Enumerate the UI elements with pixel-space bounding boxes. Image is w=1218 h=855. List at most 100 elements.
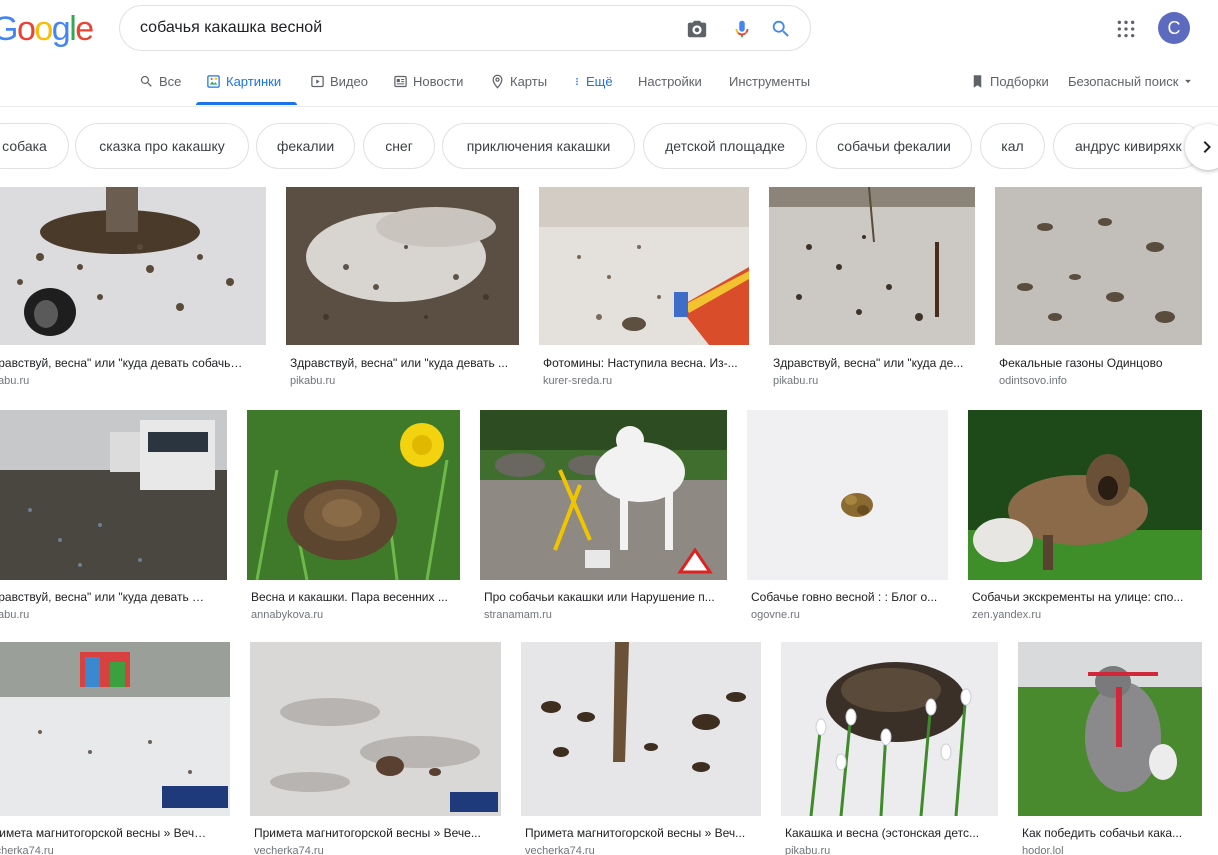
result-title[interactable]: Примета магнитогорской весны » Вече...	[254, 825, 499, 841]
chip-related-search[interactable]: детской площадке	[643, 123, 807, 169]
tab-more[interactable]: Ещё	[573, 74, 613, 89]
image-result[interactable]: Как победить собачьи кака... hodor.lol	[1018, 642, 1202, 855]
image-result[interactable]: Примета магнитогорской весны » Вече... v…	[250, 642, 501, 855]
result-thumbnail[interactable]	[0, 642, 230, 816]
avatar[interactable]: С	[1158, 12, 1190, 44]
chip-related-search[interactable]: снег	[363, 123, 435, 169]
result-thumbnail[interactable]	[747, 410, 948, 580]
image-result[interactable]: Здравствуй, весна" или "куда девать со..…	[0, 410, 227, 622]
image-result[interactable]: Про собачьи какашки или Нарушение п... s…	[480, 410, 727, 622]
result-domain[interactable]: pikabu.ru	[290, 374, 335, 388]
result-thumbnail[interactable]	[286, 187, 519, 345]
tab-maps[interactable]: Карты	[490, 74, 547, 89]
search-input[interactable]	[140, 19, 660, 37]
image-result[interactable]: Фекальные газоны Одинцово odintsovo.info	[995, 187, 1202, 387]
chip-related-search[interactable]: приключения какашки	[442, 123, 635, 169]
result-image	[995, 187, 1202, 345]
tab-tools[interactable]: Инструменты	[729, 74, 810, 89]
chip-related-search[interactable]: собака	[0, 123, 69, 169]
result-title[interactable]: Здравствуй, весна" или "куда девать ...	[290, 355, 518, 371]
chip-related-search[interactable]: кал	[980, 123, 1045, 169]
search-box[interactable]	[119, 5, 811, 51]
image-result[interactable]: Примета магнитогорской весны » Веч... ve…	[521, 642, 761, 855]
result-title[interactable]: Про собачьи какашки или Нарушение п...	[484, 589, 724, 605]
result-title[interactable]: Примета магнитогорской весны » Вече...	[0, 825, 209, 841]
image-icon	[207, 75, 220, 88]
result-title[interactable]: Собачье говно весной : : Блог о...	[751, 589, 947, 605]
result-domain[interactable]: hodor.lol	[1022, 844, 1064, 855]
result-title[interactable]: Фотомины: Наступила весна. Из-...	[543, 355, 747, 371]
search-icon	[140, 75, 152, 87]
result-thumbnail[interactable]	[521, 642, 761, 816]
result-domain[interactable]: odintsovo.info	[999, 374, 1067, 388]
result-title[interactable]: Здравствуй, весна" или "куда девать соба…	[0, 355, 244, 371]
safe-search-label: Безопасный поиск	[1068, 74, 1179, 89]
image-result[interactable]: Здравствуй, весна" или "куда девать соба…	[0, 187, 266, 387]
result-thumbnail[interactable]	[769, 187, 975, 345]
image-result[interactable]: Собачьи экскременты на улице: спо... zen…	[968, 410, 1202, 622]
tab-settings[interactable]: Настройки	[638, 74, 702, 89]
result-domain[interactable]: pikabu.ru	[785, 844, 830, 855]
result-domain[interactable]: pikabu.ru	[0, 374, 29, 388]
result-image	[247, 410, 460, 580]
result-title[interactable]: Здравствуй, весна" или "куда девать со..…	[0, 589, 206, 605]
google-logo[interactable]: Google	[0, 10, 94, 48]
result-domain[interactable]: stranamam.ru	[484, 608, 552, 622]
search-icon[interactable]	[770, 18, 792, 40]
image-result[interactable]: Фотомины: Наступила весна. Из-... kurer-…	[539, 187, 749, 387]
result-domain[interactable]: pikabu.ru	[773, 374, 818, 388]
result-image	[769, 187, 975, 345]
image-result[interactable]: Собачье говно весной : : Блог о... ogovn…	[747, 410, 948, 622]
result-thumbnail[interactable]	[781, 642, 998, 816]
result-title[interactable]: Фекальные газоны Одинцово	[999, 355, 1199, 371]
apps-grid-icon[interactable]	[1116, 19, 1136, 39]
result-image	[521, 642, 761, 816]
result-thumbnail[interactable]	[539, 187, 749, 345]
result-thumbnail[interactable]	[480, 410, 727, 580]
tab-video[interactable]: Видео	[310, 74, 368, 89]
safe-search-dropdown[interactable]: Безопасный поиск	[1068, 74, 1193, 89]
collections-link[interactable]: Подборки	[970, 74, 1049, 89]
chip-related-search[interactable]: андрус кивиряхк	[1053, 123, 1203, 169]
result-domain[interactable]: zen.yandex.ru	[972, 608, 1041, 622]
result-title[interactable]: Весна и какашки. Пара весенних ...	[251, 589, 457, 605]
image-result[interactable]: Здравствуй, весна" или "куда девать ... …	[286, 187, 519, 387]
tab-label: Карты	[510, 74, 548, 89]
result-domain[interactable]: pikabu.ru	[0, 608, 29, 622]
result-image	[286, 187, 519, 345]
result-image	[781, 642, 998, 816]
microphone-icon[interactable]	[731, 18, 753, 40]
result-title[interactable]: Собачьи экскременты на улице: спо...	[972, 589, 1200, 605]
result-domain[interactable]: vecherka74.ru	[0, 844, 54, 855]
tab-label: Настройки	[638, 74, 702, 89]
image-result[interactable]: Весна и какашки. Пара весенних ... annab…	[247, 410, 460, 622]
result-thumbnail[interactable]	[250, 642, 501, 816]
caret-down-icon	[1185, 79, 1192, 84]
result-domain[interactable]: annabykova.ru	[251, 608, 323, 622]
result-thumbnail[interactable]	[0, 410, 227, 580]
image-result[interactable]: Примета магнитогорской весны » Вече... v…	[0, 642, 230, 855]
result-thumbnail[interactable]	[968, 410, 1202, 580]
chip-related-search[interactable]: сказка про какашку	[75, 123, 249, 169]
result-title[interactable]: Примета магнитогорской весны » Веч...	[525, 825, 760, 841]
tab-news[interactable]: Новости	[393, 74, 463, 89]
result-domain[interactable]: ogovne.ru	[751, 608, 800, 622]
result-thumbnail[interactable]	[0, 187, 266, 345]
result-thumbnail[interactable]	[995, 187, 1202, 345]
result-domain[interactable]: kurer-sreda.ru	[543, 374, 612, 388]
result-image	[0, 642, 230, 816]
result-title[interactable]: Какашка и весна (эстонская детс...	[785, 825, 997, 841]
result-domain[interactable]: vecherka74.ru	[525, 844, 595, 855]
result-title[interactable]: Здравствуй, весна" или "куда де...	[773, 355, 973, 371]
result-thumbnail[interactable]	[247, 410, 460, 580]
image-result[interactable]: Какашка и весна (эстонская детс... pikab…	[781, 642, 998, 855]
result-thumbnail[interactable]	[1018, 642, 1202, 816]
result-title[interactable]: Как победить собачьи кака...	[1022, 825, 1200, 841]
camera-icon[interactable]	[686, 18, 708, 40]
image-result[interactable]: Здравствуй, весна" или "куда де... pikab…	[769, 187, 975, 387]
tab-all[interactable]: Все	[139, 74, 181, 89]
chip-related-search[interactable]: собачьи фекалии	[816, 123, 972, 169]
result-domain[interactable]: vecherka74.ru	[254, 844, 324, 855]
tab-images[interactable]: Картинки	[206, 74, 281, 89]
chip-related-search[interactable]: фекалии	[256, 123, 355, 169]
